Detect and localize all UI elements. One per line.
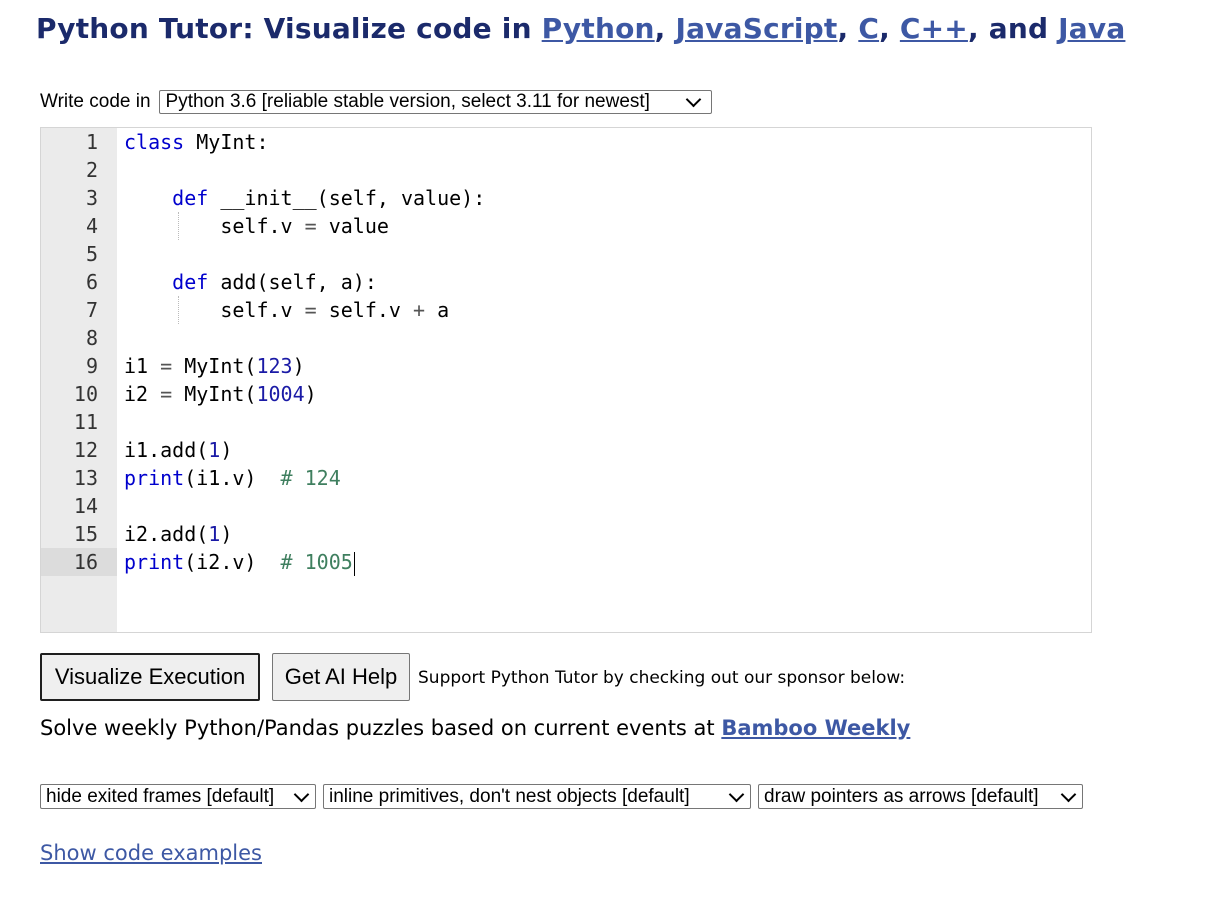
primitives-option-value: inline primitives, don't nest objects [d… [329,785,690,807]
code-line[interactable]: 11 [41,408,1091,436]
line-number: 1 [85,130,98,154]
link-java[interactable]: Java [1058,12,1125,45]
chevron-down-icon [1060,786,1077,802]
page-title: Python Tutor: Visualize code in Python , … [36,12,1125,45]
sponsor-text: Support Python Tutor by checking out our… [418,668,906,688]
code-line[interactable]: 1 class MyInt: [41,128,1091,156]
code-line[interactable]: 8 [41,324,1091,352]
puzzles-promo: Solve weekly Python/Pandas puzzles based… [40,716,910,740]
code-line[interactable]: 9 i1 = MyInt(123) [41,352,1091,380]
line-number: 9 [85,354,98,378]
code-text: def add(self, a): [172,270,377,294]
frames-option-select[interactable]: hide exited frames [default] [40,784,316,809]
bamboo-weekly-link[interactable]: Bamboo Weekly [721,716,910,740]
chevron-down-icon [685,91,701,108]
code-line[interactable]: 6 def add(self, a): [41,268,1091,296]
chevron-down-icon [728,786,745,802]
code-line[interactable]: 2 [41,156,1091,184]
show-code-examples-link[interactable]: Show code examples [40,841,262,865]
code-line[interactable]: 14 [41,492,1091,520]
title-separator: , [654,12,666,45]
code-line[interactable]: 7 self.v = self.v + a [41,296,1091,324]
line-number: 7 [85,298,98,322]
code-line[interactable]: 4 self.v = value [41,212,1091,240]
puzzles-text: Solve weekly Python/Pandas puzzles based… [40,716,715,740]
title-prefix: Python Tutor: Visualize code in [36,12,532,45]
line-number: 8 [85,326,98,350]
title-separator: , [837,12,849,45]
line-number: 10 [73,382,98,406]
line-number: 2 [85,158,98,182]
language-row: Write code in Python 3.6 [reliable stabl… [40,90,712,114]
code-line[interactable]: 3 def __init__(self, value): [41,184,1091,212]
line-number: 13 [73,466,98,490]
language-select-value: Python 3.6 [reliable stable version, sel… [165,91,650,112]
code-text: i1 = MyInt(123) [124,354,305,378]
code-line[interactable]: 13 print(i1.v) # 124 [41,464,1091,492]
line-number: 12 [73,438,98,462]
line-number: 3 [85,186,98,210]
code-text: def __init__(self, value): [172,186,486,210]
language-label: Write code in [40,91,151,112]
line-number: 14 [73,494,98,518]
language-select[interactable]: Python 3.6 [reliable stable version, sel… [158,90,712,114]
code-editor[interactable]: 1 class MyInt: 2 3 def __init__(self, value… [40,127,1092,633]
line-number: 11 [73,410,98,434]
visualize-execution-button[interactable]: Visualize Execution [40,653,260,701]
code-text: self.v = self.v + a [124,298,450,322]
line-number: 5 [85,242,98,266]
code-line[interactable]: 15 i2.add(1) [41,520,1091,548]
code-text: self.v = value [124,214,389,238]
line-number: 16 [41,548,117,576]
chevron-down-icon [293,786,310,802]
link-c[interactable]: C [858,12,879,45]
pointers-option-value: draw pointers as arrows [default] [764,785,1039,807]
title-separator: , and [967,12,1049,45]
code-text: class MyInt: [124,130,269,154]
code-text: print(i2.v) # 1005 [124,550,355,576]
code-lines: 1 class MyInt: 2 3 def __init__(self, value… [41,128,1091,576]
frames-option-value: hide exited frames [default] [46,785,275,807]
code-text: i2 = MyInt(1004) [124,382,317,406]
pointers-option-select[interactable]: draw pointers as arrows [default] [758,784,1083,809]
link-cpp[interactable]: C++ [900,12,968,45]
code-text: i1.add(1) [124,438,233,462]
code-text: print(i1.v) # 124 [124,466,341,490]
line-number: 15 [73,522,98,546]
link-javascript[interactable]: JavaScript [675,12,837,45]
title-separator: , [879,12,890,45]
code-text: i2.add(1) [124,522,233,546]
line-number: 6 [85,270,98,294]
code-line[interactable]: 5 [41,240,1091,268]
line-number: 4 [85,214,98,238]
link-python[interactable]: Python [542,12,655,45]
code-line[interactable]: 12 i1.add(1) [41,436,1091,464]
get-ai-help-button[interactable]: Get AI Help [272,653,410,701]
primitives-option-select[interactable]: inline primitives, don't nest objects [d… [323,784,751,809]
code-line[interactable]: 16 print(i2.v) # 1005 [41,548,1091,576]
code-line[interactable]: 10 i2 = MyInt(1004) [41,380,1091,408]
